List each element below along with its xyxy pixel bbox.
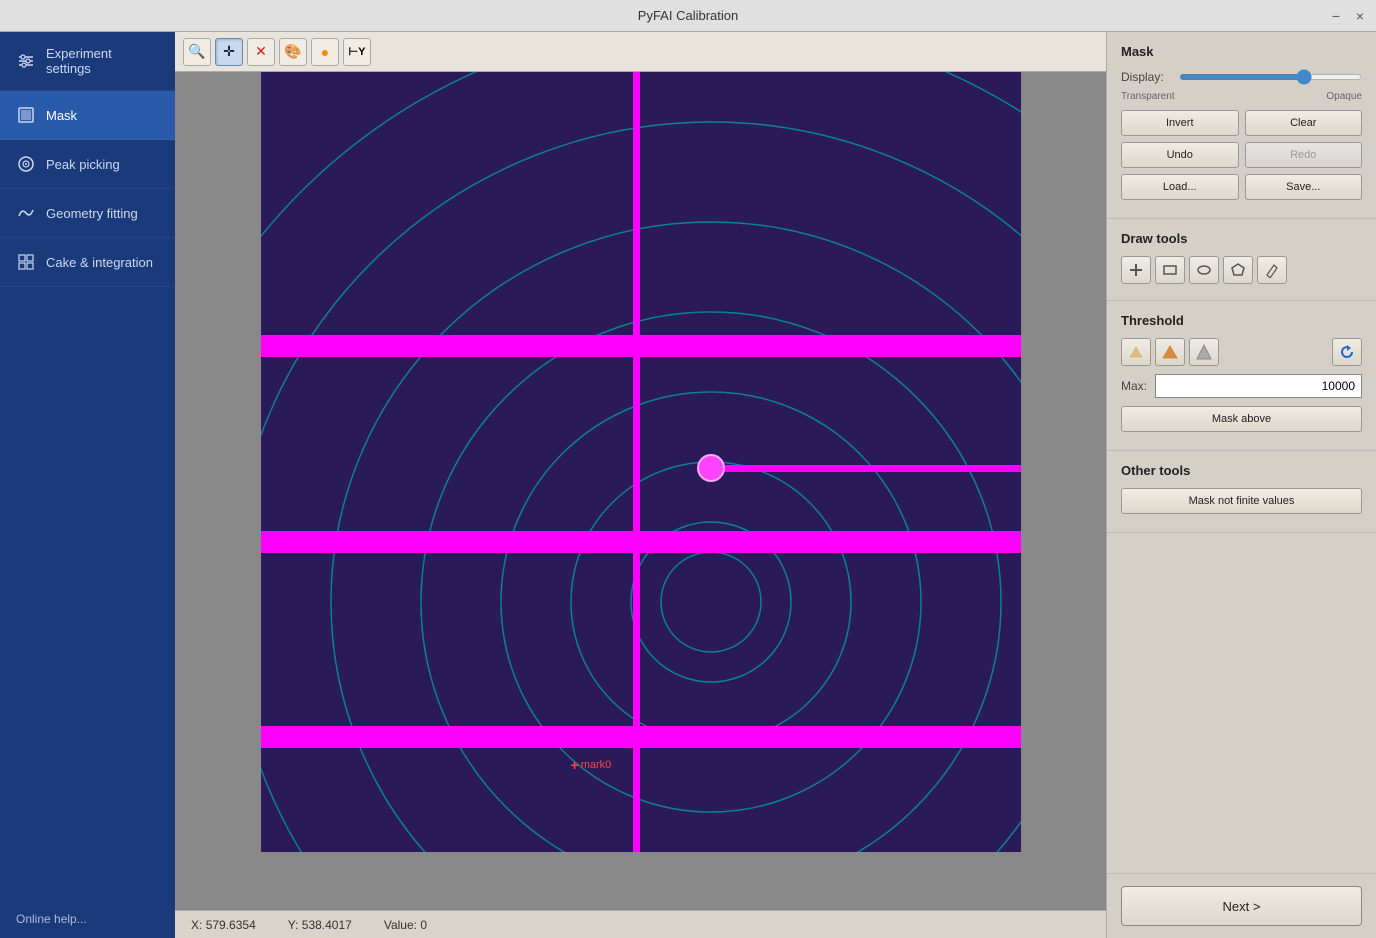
title-bar: PyFAI Calibration − × [0,0,1376,32]
sidebar-item-label-mask: Mask [46,108,77,123]
mask-panel-title: Mask [1121,44,1362,59]
threshold-low-button[interactable] [1121,338,1151,366]
clear-button[interactable]: Clear [1245,110,1363,136]
display-slider[interactable] [1179,74,1362,80]
threshold-high-button[interactable] [1189,338,1219,366]
invert-clear-row: Invert Clear [1121,110,1362,136]
sidebar: Experiment settings Mask Peak picking [0,32,175,938]
peak-picking-icon [16,154,36,174]
sidebar-item-label-cake-integration: Cake & integration [46,255,153,270]
next-button[interactable]: Next > [1121,886,1362,926]
diffraction-rings [261,72,1021,852]
mask-above-row: Mask above [1121,406,1362,432]
display-row: Display: [1121,69,1362,85]
max-input[interactable] [1155,374,1362,398]
rect-draw-icon [1162,262,1178,278]
window-title: PyFAI Calibration [638,8,738,23]
thresh-high-icon [1196,344,1212,360]
draw-cross-button[interactable] [1121,256,1151,284]
sidebar-item-label-experiment-settings: Experiment settings [46,46,159,76]
sidebar-item-geometry-fitting[interactable]: Geometry fitting [0,189,175,238]
pencil-draw-icon [1264,262,1280,278]
ellipse-draw-icon [1196,262,1212,278]
polygon-draw-icon [1230,262,1246,278]
draw-polygon-button[interactable] [1223,256,1253,284]
thresh-mid-icon [1162,344,1178,360]
window-controls: − × [1328,8,1368,24]
other-tools-title: Other tools [1121,463,1362,478]
y-coordinate: Y: 538.4017 [288,918,352,932]
load-button[interactable]: Load... [1121,174,1239,200]
axis-tool-button[interactable]: ⊢Y [343,38,371,66]
x-value: 579.6354 [206,918,256,932]
invert-button[interactable]: Invert [1121,110,1239,136]
draw-tools-row [1121,256,1362,284]
redo-button[interactable]: Redo [1245,142,1363,168]
threshold-icons-row [1121,338,1362,366]
minimize-button[interactable]: − [1328,8,1344,24]
draw-pencil-button[interactable] [1257,256,1287,284]
toolbar: 🔍 ✛ ✕ 🎨 ● ⊢Y [175,32,1106,72]
threshold-mid-button[interactable] [1155,338,1185,366]
save-button[interactable]: Save... [1245,174,1363,200]
display-label: Display: [1121,70,1171,84]
canvas-area[interactable]: + mark0 [175,72,1106,910]
sidebar-item-label-peak-picking: Peak picking [46,157,120,172]
y-value: 538.4017 [302,918,352,932]
thresh-low-icon [1128,344,1144,360]
sidebar-item-peak-picking[interactable]: Peak picking [0,140,175,189]
close-button[interactable]: × [1352,8,1368,24]
mark-label: + mark0 [571,757,612,773]
threshold-title: Threshold [1121,313,1362,328]
geometry-fitting-icon [16,203,36,223]
cake-integration-icon [16,252,36,272]
max-label: Max: [1121,379,1147,393]
colormap-tool-button[interactable]: 🎨 [279,38,307,66]
load-save-row: Load... Save... [1121,174,1362,200]
pan-tool-button[interactable]: ✛ [215,38,243,66]
draw-tools-section: Draw tools [1107,219,1376,301]
refresh-icon [1339,344,1355,360]
next-button-container: Next > [1107,873,1376,938]
undo-button[interactable]: Undo [1121,142,1239,168]
undo-redo-row: Undo Redo [1121,142,1362,168]
transparent-label: Transparent [1121,91,1175,102]
mask-icon [16,105,36,125]
sidebar-item-experiment-settings[interactable]: Experiment settings [0,32,175,91]
zoom-tool-button[interactable]: 🔍 [183,38,211,66]
pixel-value: Value: 0 [384,918,427,932]
mask-not-finite-row: Mask not finite values [1121,488,1362,514]
draw-ellipse-button[interactable] [1189,256,1219,284]
display-slider-container [1179,69,1362,85]
threshold-section: Threshold [1107,301,1376,451]
mark-text: mark0 [581,759,612,771]
mask-section: Mask Display: Transparent Opaque Invert … [1107,32,1376,219]
cross-draw-icon [1128,262,1144,278]
draw-rect-button[interactable] [1155,256,1185,284]
mark-cross-icon: + [571,757,579,773]
threshold-refresh-button[interactable] [1332,338,1362,366]
mask-above-button[interactable]: Mask above [1121,406,1362,432]
value-val: 0 [420,918,427,932]
brightness-tool-button[interactable]: ● [311,38,339,66]
x-coordinate: X: 579.6354 [191,918,256,932]
online-help-link[interactable]: Online help... [0,900,175,938]
mask-not-finite-button[interactable]: Mask not finite values [1121,488,1362,514]
reset-tool-button[interactable]: ✕ [247,38,275,66]
max-row: Max: [1121,374,1362,398]
status-bar: X: 579.6354 Y: 538.4017 Value: 0 [175,910,1106,938]
center-area: 🔍 ✛ ✕ 🎨 ● ⊢Y [175,32,1106,938]
right-panel: Mask Display: Transparent Opaque Invert … [1106,32,1376,938]
sidebar-item-label-geometry-fitting: Geometry fitting [46,206,138,221]
sidebar-item-mask[interactable]: Mask [0,91,175,140]
slider-labels: Transparent Opaque [1121,91,1362,102]
opaque-label: Opaque [1326,91,1362,102]
sidebar-item-cake-integration[interactable]: Cake & integration [0,238,175,287]
experiment-settings-icon [16,51,36,71]
detector-image[interactable]: + mark0 [261,72,1021,852]
other-tools-section: Other tools Mask not finite values [1107,451,1376,533]
draw-tools-title: Draw tools [1121,231,1362,246]
